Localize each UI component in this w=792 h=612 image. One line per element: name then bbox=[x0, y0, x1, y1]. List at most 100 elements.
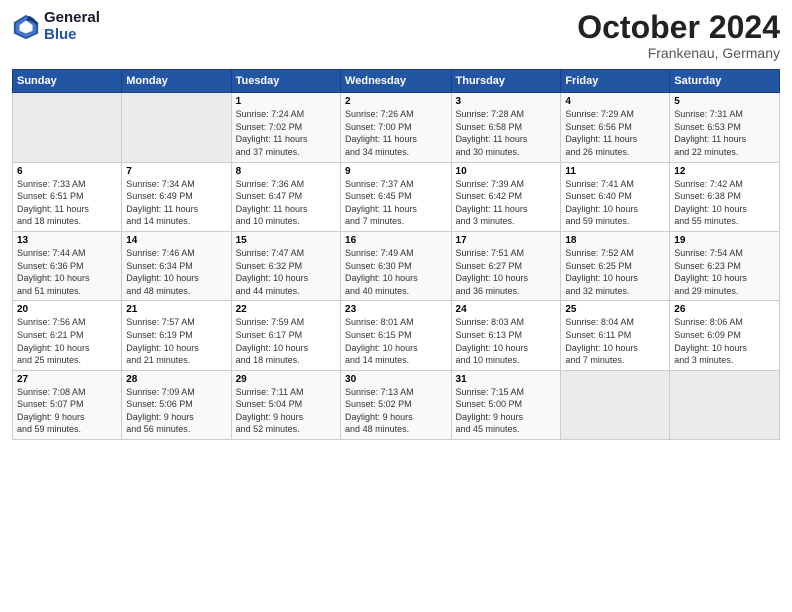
logo-text: General Blue bbox=[44, 10, 100, 43]
calendar-cell: 20Sunrise: 7:56 AMSunset: 6:21 PMDayligh… bbox=[13, 301, 122, 370]
day-number: 15 bbox=[236, 235, 336, 246]
calendar-cell: 8Sunrise: 7:36 AMSunset: 6:47 PMDaylight… bbox=[231, 162, 340, 231]
day-number: 17 bbox=[456, 235, 557, 246]
calendar-cell: 19Sunrise: 7:54 AMSunset: 6:23 PMDayligh… bbox=[670, 231, 780, 300]
calendar-cell: 1Sunrise: 7:24 AMSunset: 7:02 PMDaylight… bbox=[231, 93, 340, 162]
day-number: 25 bbox=[565, 304, 665, 315]
week-row-2: 6Sunrise: 7:33 AMSunset: 6:51 PMDaylight… bbox=[13, 162, 780, 231]
day-info: Sunrise: 7:37 AMSunset: 6:45 PMDaylight:… bbox=[345, 178, 446, 228]
day-header-monday: Monday bbox=[122, 70, 231, 93]
day-number: 8 bbox=[236, 166, 336, 177]
day-header-tuesday: Tuesday bbox=[231, 70, 340, 93]
day-number: 10 bbox=[456, 166, 557, 177]
day-info: Sunrise: 7:15 AMSunset: 5:00 PMDaylight:… bbox=[456, 386, 557, 436]
day-header-wednesday: Wednesday bbox=[341, 70, 451, 93]
calendar-table: SundayMondayTuesdayWednesdayThursdayFrid… bbox=[12, 69, 780, 440]
day-info: Sunrise: 7:44 AMSunset: 6:36 PMDaylight:… bbox=[17, 247, 117, 297]
day-info: Sunrise: 7:28 AMSunset: 6:58 PMDaylight:… bbox=[456, 108, 557, 158]
day-info: Sunrise: 7:11 AMSunset: 5:04 PMDaylight:… bbox=[236, 386, 336, 436]
day-number: 29 bbox=[236, 374, 336, 385]
day-number: 23 bbox=[345, 304, 446, 315]
day-info: Sunrise: 7:08 AMSunset: 5:07 PMDaylight:… bbox=[17, 386, 117, 436]
week-row-3: 13Sunrise: 7:44 AMSunset: 6:36 PMDayligh… bbox=[13, 231, 780, 300]
day-number: 4 bbox=[565, 96, 665, 107]
calendar-cell: 27Sunrise: 7:08 AMSunset: 5:07 PMDayligh… bbox=[13, 370, 122, 439]
calendar-cell: 9Sunrise: 7:37 AMSunset: 6:45 PMDaylight… bbox=[341, 162, 451, 231]
calendar-cell: 29Sunrise: 7:11 AMSunset: 5:04 PMDayligh… bbox=[231, 370, 340, 439]
day-number: 13 bbox=[17, 235, 117, 246]
day-header-sunday: Sunday bbox=[13, 70, 122, 93]
day-header-thursday: Thursday bbox=[451, 70, 561, 93]
logo-general-text: General bbox=[44, 10, 100, 27]
day-number: 27 bbox=[17, 374, 117, 385]
calendar-cell: 30Sunrise: 7:13 AMSunset: 5:02 PMDayligh… bbox=[341, 370, 451, 439]
calendar-cell: 5Sunrise: 7:31 AMSunset: 6:53 PMDaylight… bbox=[670, 93, 780, 162]
day-info: Sunrise: 7:49 AMSunset: 6:30 PMDaylight:… bbox=[345, 247, 446, 297]
location-text: Frankenau, Germany bbox=[577, 45, 780, 61]
calendar-cell: 4Sunrise: 7:29 AMSunset: 6:56 PMDaylight… bbox=[561, 93, 670, 162]
calendar-cell: 2Sunrise: 7:26 AMSunset: 7:00 PMDaylight… bbox=[341, 93, 451, 162]
day-number: 28 bbox=[126, 374, 226, 385]
week-row-1: 1Sunrise: 7:24 AMSunset: 7:02 PMDaylight… bbox=[13, 93, 780, 162]
calendar-header-row: SundayMondayTuesdayWednesdayThursdayFrid… bbox=[13, 70, 780, 93]
day-info: Sunrise: 7:54 AMSunset: 6:23 PMDaylight:… bbox=[674, 247, 775, 297]
day-number: 22 bbox=[236, 304, 336, 315]
page-container: General Blue October 2024 Frankenau, Ger… bbox=[0, 0, 792, 446]
calendar-cell bbox=[561, 370, 670, 439]
calendar-cell: 21Sunrise: 7:57 AMSunset: 6:19 PMDayligh… bbox=[122, 301, 231, 370]
day-number: 31 bbox=[456, 374, 557, 385]
day-info: Sunrise: 7:29 AMSunset: 6:56 PMDaylight:… bbox=[565, 108, 665, 158]
day-number: 7 bbox=[126, 166, 226, 177]
day-info: Sunrise: 7:51 AMSunset: 6:27 PMDaylight:… bbox=[456, 247, 557, 297]
calendar-cell: 14Sunrise: 7:46 AMSunset: 6:34 PMDayligh… bbox=[122, 231, 231, 300]
day-number: 21 bbox=[126, 304, 226, 315]
calendar-cell: 23Sunrise: 8:01 AMSunset: 6:15 PMDayligh… bbox=[341, 301, 451, 370]
calendar-cell: 31Sunrise: 7:15 AMSunset: 5:00 PMDayligh… bbox=[451, 370, 561, 439]
day-info: Sunrise: 7:47 AMSunset: 6:32 PMDaylight:… bbox=[236, 247, 336, 297]
logo: General Blue bbox=[12, 10, 100, 43]
calendar-cell: 11Sunrise: 7:41 AMSunset: 6:40 PMDayligh… bbox=[561, 162, 670, 231]
day-info: Sunrise: 7:31 AMSunset: 6:53 PMDaylight:… bbox=[674, 108, 775, 158]
calendar-cell: 15Sunrise: 7:47 AMSunset: 6:32 PMDayligh… bbox=[231, 231, 340, 300]
calendar-cell bbox=[670, 370, 780, 439]
day-info: Sunrise: 8:01 AMSunset: 6:15 PMDaylight:… bbox=[345, 316, 446, 366]
day-info: Sunrise: 7:24 AMSunset: 7:02 PMDaylight:… bbox=[236, 108, 336, 158]
day-number: 3 bbox=[456, 96, 557, 107]
day-header-friday: Friday bbox=[561, 70, 670, 93]
calendar-cell bbox=[13, 93, 122, 162]
day-number: 12 bbox=[674, 166, 775, 177]
calendar-cell: 22Sunrise: 7:59 AMSunset: 6:17 PMDayligh… bbox=[231, 301, 340, 370]
day-info: Sunrise: 7:39 AMSunset: 6:42 PMDaylight:… bbox=[456, 178, 557, 228]
day-info: Sunrise: 8:04 AMSunset: 6:11 PMDaylight:… bbox=[565, 316, 665, 366]
day-number: 1 bbox=[236, 96, 336, 107]
day-info: Sunrise: 7:42 AMSunset: 6:38 PMDaylight:… bbox=[674, 178, 775, 228]
day-number: 11 bbox=[565, 166, 665, 177]
day-number: 20 bbox=[17, 304, 117, 315]
calendar-cell: 16Sunrise: 7:49 AMSunset: 6:30 PMDayligh… bbox=[341, 231, 451, 300]
calendar-cell: 10Sunrise: 7:39 AMSunset: 6:42 PMDayligh… bbox=[451, 162, 561, 231]
calendar-cell: 26Sunrise: 8:06 AMSunset: 6:09 PMDayligh… bbox=[670, 301, 780, 370]
day-info: Sunrise: 7:36 AMSunset: 6:47 PMDaylight:… bbox=[236, 178, 336, 228]
day-number: 26 bbox=[674, 304, 775, 315]
logo-icon bbox=[12, 13, 40, 41]
day-info: Sunrise: 7:34 AMSunset: 6:49 PMDaylight:… bbox=[126, 178, 226, 228]
day-number: 2 bbox=[345, 96, 446, 107]
day-info: Sunrise: 8:06 AMSunset: 6:09 PMDaylight:… bbox=[674, 316, 775, 366]
calendar-cell: 24Sunrise: 8:03 AMSunset: 6:13 PMDayligh… bbox=[451, 301, 561, 370]
day-info: Sunrise: 8:03 AMSunset: 6:13 PMDaylight:… bbox=[456, 316, 557, 366]
calendar-cell: 28Sunrise: 7:09 AMSunset: 5:06 PMDayligh… bbox=[122, 370, 231, 439]
calendar-cell: 7Sunrise: 7:34 AMSunset: 6:49 PMDaylight… bbox=[122, 162, 231, 231]
day-number: 30 bbox=[345, 374, 446, 385]
title-area: October 2024 Frankenau, Germany bbox=[577, 10, 780, 61]
calendar-cell bbox=[122, 93, 231, 162]
day-number: 16 bbox=[345, 235, 446, 246]
day-number: 14 bbox=[126, 235, 226, 246]
day-info: Sunrise: 7:57 AMSunset: 6:19 PMDaylight:… bbox=[126, 316, 226, 366]
calendar-cell: 25Sunrise: 8:04 AMSunset: 6:11 PMDayligh… bbox=[561, 301, 670, 370]
day-header-saturday: Saturday bbox=[670, 70, 780, 93]
logo-blue-text: Blue bbox=[44, 27, 100, 44]
month-title: October 2024 bbox=[577, 10, 780, 45]
day-info: Sunrise: 7:46 AMSunset: 6:34 PMDaylight:… bbox=[126, 247, 226, 297]
calendar-cell: 6Sunrise: 7:33 AMSunset: 6:51 PMDaylight… bbox=[13, 162, 122, 231]
day-number: 5 bbox=[674, 96, 775, 107]
